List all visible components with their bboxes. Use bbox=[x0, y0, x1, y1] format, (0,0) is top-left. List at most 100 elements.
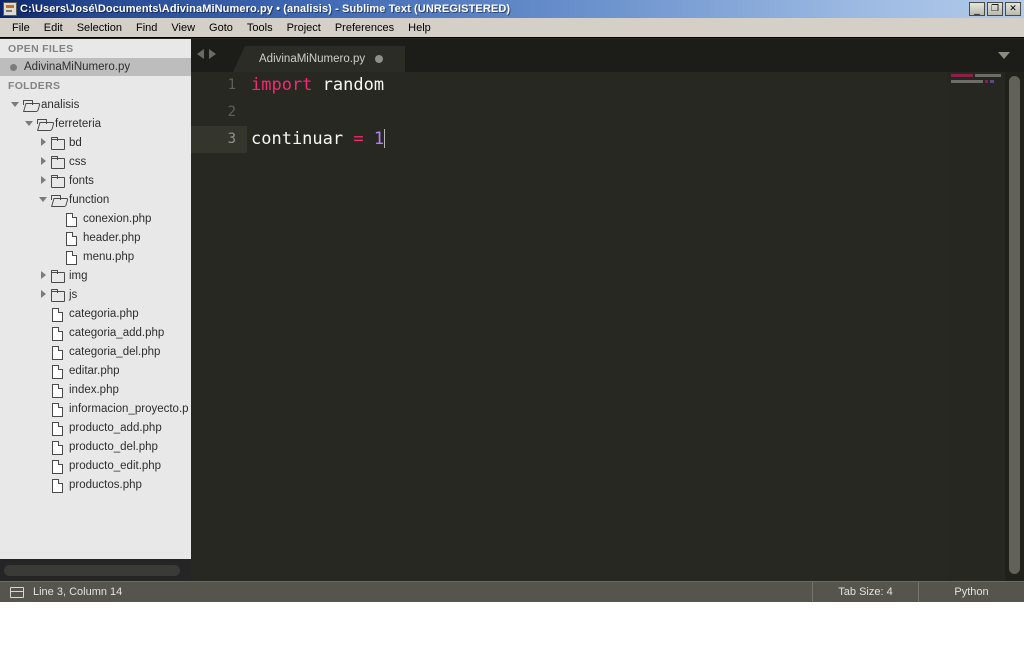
file-icon bbox=[65, 231, 78, 246]
tree-item-label: index.php bbox=[69, 383, 119, 396]
file-icon bbox=[51, 459, 64, 474]
tree-item-categoria-php[interactable]: categoria.php bbox=[0, 304, 191, 323]
spacer-icon bbox=[38, 403, 49, 414]
tab-adivinaminumero-py[interactable]: AdivinaMiNumero.py bbox=[233, 46, 406, 72]
sidebar-horizontal-scrollbar[interactable] bbox=[4, 565, 180, 576]
vertical-scrollbar-thumb[interactable] bbox=[1009, 76, 1020, 574]
tree-item-editar-php[interactable]: editar.php bbox=[0, 361, 191, 380]
tree-item-categoria-add-php[interactable]: categoria_add.php bbox=[0, 323, 191, 342]
open-files-heading: OPEN FILES bbox=[8, 43, 74, 55]
chevron-right-icon[interactable] bbox=[38, 175, 49, 186]
menu-item-project[interactable]: Project bbox=[280, 20, 328, 36]
tree-item-label: producto_add.php bbox=[69, 421, 162, 434]
chevron-right-icon[interactable] bbox=[38, 289, 49, 300]
code-editor[interactable]: 1 2 3 import random continuar = 1 bbox=[191, 72, 1024, 581]
tree-item-bd[interactable]: bd bbox=[0, 133, 191, 152]
open-file-label: AdivinaMiNumero.py bbox=[24, 61, 131, 73]
code-line[interactable]: import random bbox=[247, 72, 1024, 99]
tree-item-producto-edit-php[interactable]: producto_edit.php bbox=[0, 456, 191, 475]
menu-item-preferences[interactable]: Preferences bbox=[328, 20, 401, 36]
syntax-status[interactable]: Python bbox=[919, 582, 1024, 603]
tree-item-label: informacion_proyecto.p bbox=[69, 402, 189, 415]
tab-bar: AdivinaMiNumero.py bbox=[191, 39, 1024, 72]
file-icon bbox=[51, 364, 64, 379]
tree-item-label: producto_del.php bbox=[69, 440, 158, 453]
spacer-icon bbox=[38, 441, 49, 452]
tree-item-menu-php[interactable]: menu.php bbox=[0, 247, 191, 266]
text-cursor bbox=[384, 129, 386, 148]
tree-item-informacion-proyecto-p[interactable]: informacion_proyecto.p bbox=[0, 399, 191, 418]
tree-item-header-php[interactable]: header.php bbox=[0, 228, 191, 247]
chevron-down-icon[interactable] bbox=[38, 194, 49, 205]
tree-item-conexion-php[interactable]: conexion.php bbox=[0, 209, 191, 228]
chevron-left-icon[interactable] bbox=[197, 49, 204, 59]
spacer-icon bbox=[38, 346, 49, 357]
menu-item-tools[interactable]: Tools bbox=[240, 20, 280, 36]
open-file-item[interactable]: AdivinaMiNumero.py bbox=[0, 58, 191, 76]
tree-item-categoria-del-php[interactable]: categoria_del.php bbox=[0, 342, 191, 361]
tree-item-img[interactable]: img bbox=[0, 266, 191, 285]
file-icon bbox=[65, 250, 78, 265]
status-bar: Line 3, Column 14 Tab Size: 4 Python bbox=[0, 581, 1024, 602]
tree-item-label: editar.php bbox=[69, 364, 120, 377]
menu-item-edit[interactable]: Edit bbox=[37, 20, 70, 36]
tree-item-index-php[interactable]: index.php bbox=[0, 380, 191, 399]
tree-item-producto-del-php[interactable]: producto_del.php bbox=[0, 437, 191, 456]
menu-item-view[interactable]: View bbox=[164, 20, 202, 36]
close-button[interactable]: ✕ bbox=[1005, 2, 1021, 16]
tree-item-css[interactable]: css bbox=[0, 152, 191, 171]
chevron-down-icon[interactable] bbox=[10, 99, 21, 110]
tree-item-analisis[interactable]: analisis bbox=[0, 95, 191, 114]
panel-toggle-icon[interactable] bbox=[10, 586, 24, 598]
restore-button[interactable]: ❐ bbox=[987, 2, 1003, 16]
tree-item-label: header.php bbox=[83, 231, 141, 244]
tree-item-producto-add-php[interactable]: producto_add.php bbox=[0, 418, 191, 437]
folder-open-icon bbox=[23, 99, 36, 111]
tree-item-js[interactable]: js bbox=[0, 285, 191, 304]
token-plain: random bbox=[322, 75, 385, 95]
tree-item-ferreteria[interactable]: ferreteria bbox=[0, 114, 191, 133]
tab-label: AdivinaMiNumero.py bbox=[259, 53, 366, 65]
spacer-icon bbox=[52, 232, 63, 243]
tree-item-productos-php[interactable]: productos.php bbox=[0, 475, 191, 494]
tree-item-fonts[interactable]: fonts bbox=[0, 171, 191, 190]
sublime-text-icon bbox=[3, 2, 17, 16]
menu-item-goto[interactable]: Goto bbox=[202, 20, 240, 36]
line-number-gutter: 1 2 3 bbox=[191, 72, 247, 581]
chevron-right-icon[interactable] bbox=[38, 270, 49, 281]
chevron-right-icon[interactable] bbox=[38, 156, 49, 167]
minimap-block bbox=[985, 80, 988, 83]
menu-item-file[interactable]: File bbox=[5, 20, 37, 36]
file-icon bbox=[51, 383, 64, 398]
tree-item-label: img bbox=[69, 269, 88, 282]
tree-item-label: bd bbox=[69, 136, 82, 149]
tree-item-label: producto_edit.php bbox=[69, 459, 162, 472]
tab-size-status[interactable]: Tab Size: 4 bbox=[813, 582, 918, 603]
folder-icon bbox=[51, 136, 65, 150]
title-bar: C:\Users\José\Documents\AdivinaMiNumero.… bbox=[0, 0, 1024, 18]
tree-item-function[interactable]: function bbox=[0, 190, 191, 209]
file-icon bbox=[51, 440, 64, 455]
tree-item-label: ferreteria bbox=[55, 117, 102, 130]
code-line[interactable]: continuar = 1 bbox=[247, 126, 1024, 153]
minimap[interactable] bbox=[947, 72, 1005, 581]
code-line[interactable] bbox=[247, 99, 1024, 126]
minimap-block bbox=[990, 80, 994, 83]
menu-item-selection[interactable]: Selection bbox=[70, 20, 129, 36]
minimap-line bbox=[947, 74, 1005, 78]
tree-item-label: function bbox=[69, 193, 110, 206]
file-icon bbox=[51, 307, 64, 322]
spacer-icon bbox=[52, 213, 63, 224]
menu-item-help[interactable]: Help bbox=[401, 20, 438, 36]
chevron-down-icon[interactable] bbox=[24, 118, 35, 129]
chevron-down-icon[interactable] bbox=[998, 52, 1010, 59]
chevron-right-icon[interactable] bbox=[209, 49, 216, 59]
chevron-right-icon[interactable] bbox=[38, 137, 49, 148]
menu-item-find[interactable]: Find bbox=[129, 20, 164, 36]
minimize-button[interactable]: _ bbox=[969, 2, 985, 16]
file-icon bbox=[51, 402, 64, 417]
code-content[interactable]: import random continuar = 1 bbox=[247, 72, 1024, 581]
